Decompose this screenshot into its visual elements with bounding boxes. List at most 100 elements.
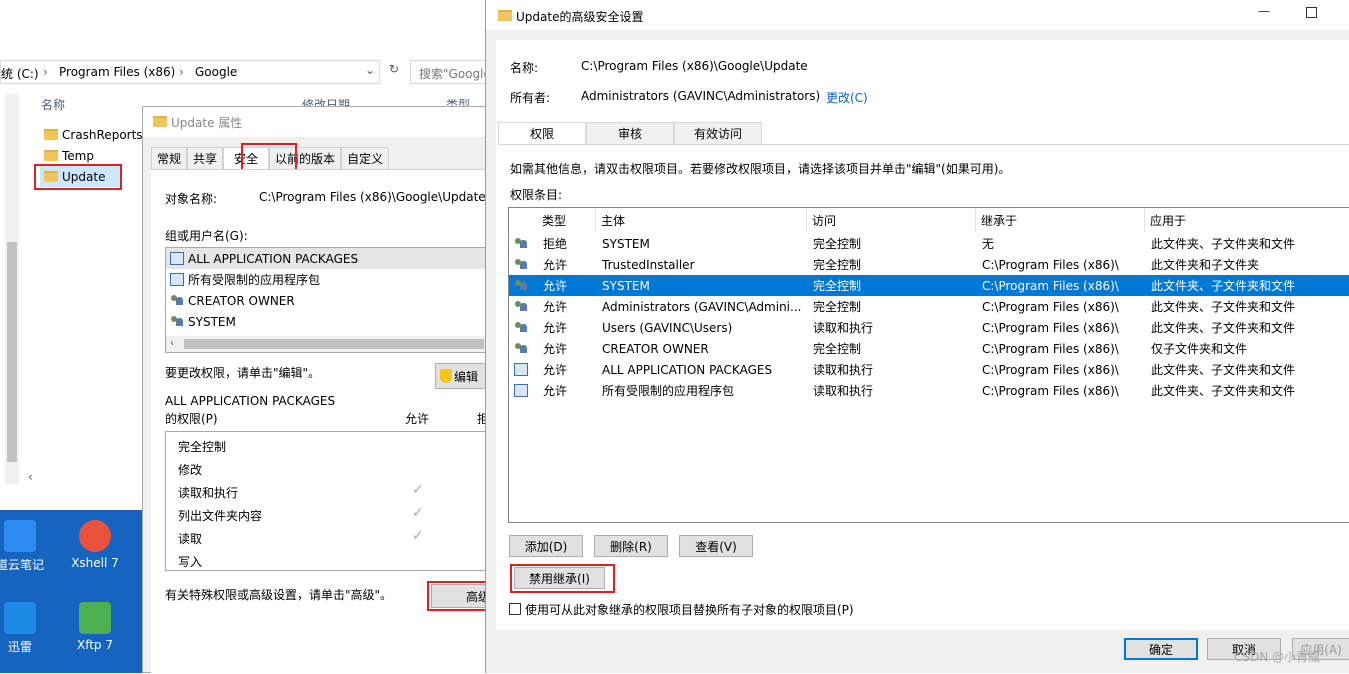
users-icon (514, 279, 528, 292)
table-row[interactable]: 允许 所有受限制的应用程序包 读取和执行 C:\Program Files (x86)… (509, 380, 1349, 401)
package-icon (170, 273, 184, 286)
permission-entries-table[interactable]: 类型 主体 访问 继承于 应用于 拒绝 SYSTEM 完全控制无此文件夹、子文件夹和… (508, 207, 1349, 523)
button-label: 查看(V) (695, 539, 737, 554)
cell-apply: 此文件夹、子文件夹和文件 (1151, 237, 1296, 251)
scroll-left-icon[interactable]: ‹ (170, 338, 174, 349)
column-header[interactable]: 应用于 (1145, 208, 1349, 232)
cell-access: 完全控制 (813, 258, 862, 272)
table-row[interactable]: 拒绝 SYSTEM 完全控制 无 此文件夹、子文件夹和文件 (509, 233, 1349, 254)
remove-button[interactable]: 删除(R) (594, 535, 668, 557)
list-item[interactable]: Temp (40, 145, 94, 166)
cell-access: 读取和执行 (813, 363, 874, 377)
perm-name: 完全控制 (178, 440, 227, 454)
replace-checkbox[interactable] (509, 603, 521, 615)
table-row[interactable]: 允许 Administrators (GAVINC\Admini... 完全控制 C:… (509, 296, 1349, 317)
column-header[interactable]: 继承于 (976, 208, 1145, 232)
desktop-icon-youdao[interactable]: 道云笔记 (0, 520, 50, 573)
dialog-title: Update 属性 (171, 116, 243, 130)
check-icon: ✓ (412, 482, 424, 498)
edit-button-label: 编辑 (454, 369, 479, 384)
table-row[interactable]: 允许 SYSTEM 完全控制 C:\Program Files (x86)\ 此文件夹、… (509, 275, 1349, 296)
list-item[interactable]: ALL APPLICATION PACKAGES (166, 248, 500, 269)
scrollbar[interactable]: ‹ (166, 336, 500, 352)
view-button[interactable]: 查看(V) (679, 535, 753, 557)
perm-label: 的权限(P) (165, 412, 218, 426)
cell-inherit: C:\Program Files (x86)\ (982, 299, 1119, 314)
owner-label: 所有者: (510, 91, 551, 105)
button-label: 添加(D) (524, 539, 568, 554)
cell-type: 允许 (543, 363, 568, 377)
scroll-left-icon[interactable]: ‹ (28, 470, 33, 484)
breadcrumb-google[interactable]: Google (195, 65, 237, 79)
perm-name: 读取和执行 (178, 486, 239, 500)
tab-strip: 权限 审核 有效访问 (498, 122, 762, 144)
title-bar[interactable]: Update的高级安全设置 — (486, 0, 1349, 30)
permission-list: 完全控制 修改 读取和执行 ✓ 列出文件夹内容 ✓ 读取 ✓ 写入 (165, 431, 501, 571)
tab-permissions[interactable]: 权限 (498, 122, 586, 144)
search-input[interactable]: 搜索"Google" (410, 60, 490, 84)
youdao-note-icon (4, 520, 36, 552)
column-header[interactable]: 访问 (807, 208, 976, 232)
tab-label: 权限 (529, 127, 554, 141)
owner-change-link[interactable]: 更改(C) (826, 89, 868, 106)
minimize-icon[interactable]: — (1258, 4, 1270, 18)
shield-icon (440, 369, 452, 383)
list-item[interactable]: CREATOR OWNER (166, 290, 500, 311)
table-row[interactable]: 允许 ALL APPLICATION PACKAGES 读取和执行 C:\Progra… (509, 359, 1349, 380)
column-name-header[interactable]: 名称 (41, 96, 65, 113)
desktop-icon-xftp[interactable]: Xftp 7 (65, 602, 125, 652)
breadcrumb-sep-icon: › (179, 65, 184, 79)
scrollbar[interactable] (5, 94, 19, 484)
scrollbar-thumb[interactable] (184, 339, 484, 349)
check-icon: ✓ (412, 528, 424, 544)
cell-principal: TrustedInstaller (602, 257, 695, 272)
refresh-icon[interactable]: ↻ (384, 62, 404, 82)
cell-type: 允许 (543, 258, 568, 272)
users-icon (514, 321, 528, 334)
cell-inherit: C:\Program Files (x86)\ (982, 278, 1119, 293)
breadcrumb-program-files[interactable]: Program Files (x86) (59, 65, 175, 79)
group-label: 组或用户名(G): (165, 229, 248, 243)
object-name-label: 对象名称: (165, 192, 218, 206)
cell-access: 完全控制 (813, 237, 862, 251)
column-header[interactable]: 类型 (537, 208, 596, 232)
cell-inherit: C:\Program Files (x86)\ (982, 320, 1119, 335)
highlight-box (34, 164, 122, 190)
group-list[interactable]: ALL APPLICATION PACKAGES 所有受限制的应用程序包 CRE… (165, 247, 501, 353)
list-item[interactable]: 所有受限制的应用程序包 (166, 269, 500, 290)
name-value: C:\Program Files (x86)\Google\Update (581, 59, 808, 73)
cell-type: 允许 (543, 279, 568, 293)
breadcrumb-sep-icon: › (43, 65, 48, 79)
cell-principal: ALL APPLICATION PACKAGES (602, 362, 773, 377)
list-item-label: Temp (62, 148, 94, 163)
scrollbar-thumb[interactable] (7, 242, 17, 462)
column-header[interactable]: 主体 (596, 208, 807, 232)
cell-principal: SYSTEM (602, 278, 650, 293)
list-item-label: 所有受限制的应用程序包 (188, 273, 321, 287)
tab-auditing[interactable]: 审核 (586, 122, 674, 144)
address-bar[interactable]: 统 (C:) › Program Files (x86) › Google ⌄ (0, 60, 380, 84)
tab-customize[interactable]: 自定义 (341, 147, 390, 169)
maximize-icon[interactable] (1306, 7, 1317, 18)
button-label: 删除(R) (610, 539, 652, 554)
list-item[interactable]: CrashReports (40, 124, 143, 145)
tab-general[interactable]: 常规 (151, 147, 188, 169)
desktop-icon-label: 迅雷 (7, 640, 32, 654)
table-row[interactable]: 允许 CREATOR OWNER 完全控制 C:\Program Files (x86… (509, 338, 1349, 359)
list-item[interactable]: SYSTEM (166, 311, 500, 332)
add-button[interactable]: 添加(D) (509, 535, 583, 557)
table-row[interactable]: 允许 TrustedInstaller 完全控制 C:\Program Files (… (509, 254, 1349, 275)
desktop-icon-xshell[interactable]: Xshell 7 (65, 520, 125, 570)
tab-sharing[interactable]: 共享 (187, 147, 224, 169)
button-label: 确定 (1148, 642, 1173, 657)
cell-apply: 此文件夹和子文件夹 (1151, 258, 1260, 272)
breadcrumb-drive[interactable]: 统 (C:) (1, 65, 39, 82)
tab-effective-access[interactable]: 有效访问 (674, 122, 762, 144)
cell-type: 允许 (543, 321, 568, 335)
table-row[interactable]: 允许 Users (GAVINC\Users) 读取和执行 C:\Program Fi… (509, 317, 1349, 338)
allow-column: 允许 (405, 412, 430, 426)
desktop-icon-thunder[interactable]: 迅雷 (0, 602, 50, 655)
chevron-down-icon[interactable]: ⌄ (365, 63, 375, 77)
ok-button[interactable]: 确定 (1124, 638, 1198, 660)
title-bar[interactable]: Update 属性 (143, 107, 501, 137)
